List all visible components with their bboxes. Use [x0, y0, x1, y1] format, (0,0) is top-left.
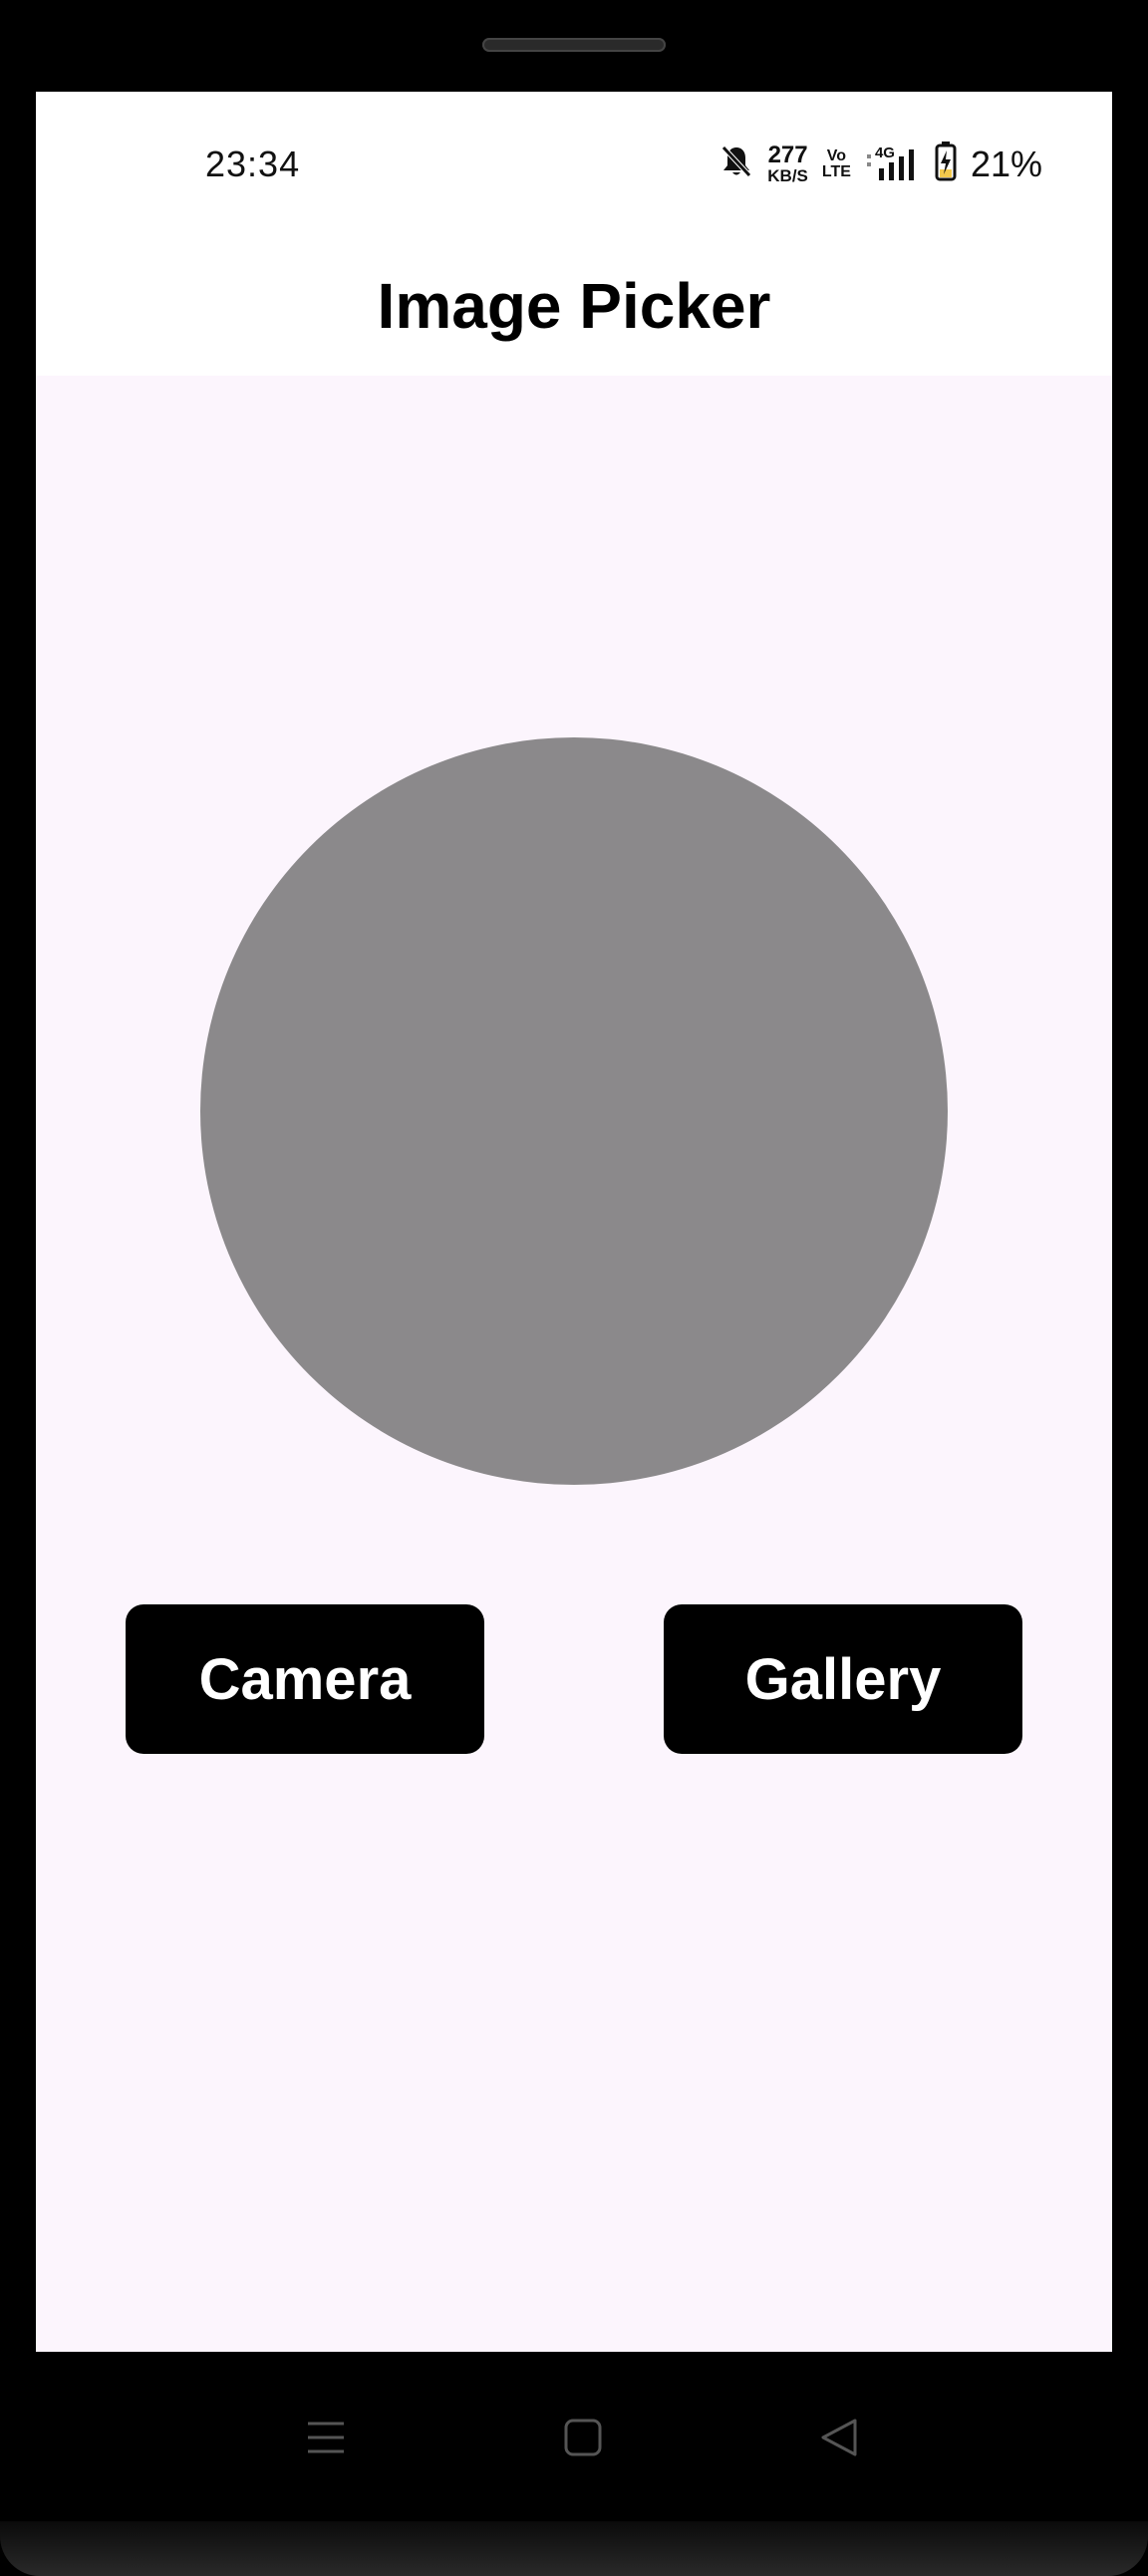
status-time: 23:34 [205, 143, 301, 184]
device-bottom-bezel [0, 2521, 1148, 2576]
app-bar: Image Picker [36, 236, 1112, 376]
network-speed-value: 277 [767, 142, 808, 168]
page-title: Image Picker [377, 270, 771, 342]
camera-button[interactable]: Camera [126, 1604, 484, 1754]
battery-percent: 21% [970, 143, 1042, 184]
network-speed-unit: KB/S [767, 166, 808, 185]
mute-bell-icon [719, 143, 753, 184]
image-preview-placeholder [200, 737, 948, 1485]
phone-frame: 23:34 277 KB/S Vo LTE 4G 21% Image Picke… [0, 0, 1148, 2576]
signal-icon: 4G [865, 144, 921, 182]
earpiece-speaker [482, 38, 666, 52]
network-speed: 277 KB/S [767, 142, 808, 185]
gallery-button[interactable]: Gallery [664, 1604, 1022, 1754]
status-bar: 23:34 277 KB/S Vo LTE 4G 21% [36, 92, 1112, 236]
volte-indicator: Vo LTE [821, 146, 851, 180]
back-icon[interactable] [809, 2408, 869, 2467]
app-screen: 23:34 277 KB/S Vo LTE 4G 21% Image Picke… [36, 92, 1112, 2352]
status-icons: 277 KB/S Vo LTE 4G 21% [719, 142, 1042, 186]
volte-bottom: LTE [821, 162, 851, 180]
home-icon[interactable] [553, 2408, 613, 2467]
menu-icon[interactable] [296, 2408, 356, 2467]
battery-charging-icon [935, 142, 957, 186]
system-navigation-bar [0, 2352, 1148, 2521]
volte-top: Vo [826, 146, 847, 164]
